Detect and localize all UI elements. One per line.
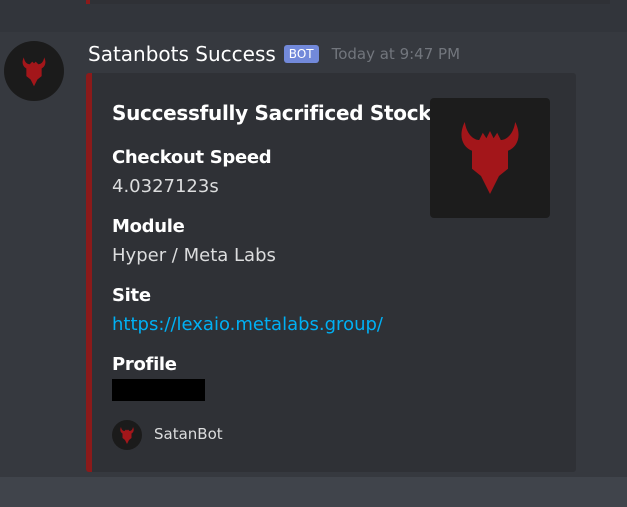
message-input-area[interactable]: [0, 477, 627, 507]
previous-message: [0, 0, 627, 32]
devil-head-icon: [461, 122, 519, 194]
field-value-module: Hyper / Meta Labs: [112, 245, 276, 266]
field-name-module: Module: [112, 216, 185, 237]
devil-head-icon: [22, 57, 46, 87]
embed-title: Successfully Sacrificed Stock: [112, 101, 432, 125]
bot-message: Satanbots Success BOT Today at 9:47 PM S…: [0, 32, 627, 477]
profile-redacted-value: [112, 379, 205, 401]
timestamp: Today at 9:47 PM: [331, 45, 461, 63]
bot-avatar[interactable]: [4, 41, 64, 101]
message-header: Satanbots Success BOT Today at 9:47 PM: [88, 42, 460, 66]
bot-tag: BOT: [283, 45, 319, 63]
site-link[interactable]: https://lexaio.metalabs.group/: [112, 314, 383, 335]
username[interactable]: Satanbots Success: [88, 42, 276, 66]
field-name-profile: Profile: [112, 354, 177, 375]
embed-thumbnail[interactable]: [430, 98, 550, 218]
embed: Successfully Sacrificed Stock Checkout S…: [86, 73, 576, 472]
footer-icon: [112, 420, 142, 450]
field-value-checkout-speed: 4.0327123s: [112, 176, 219, 197]
devil-head-icon: [120, 427, 134, 444]
field-name-site: Site: [112, 285, 151, 306]
previous-embed: [86, 0, 610, 4]
field-name-checkout-speed: Checkout Speed: [112, 147, 272, 168]
footer-text: SatanBot: [154, 425, 223, 443]
